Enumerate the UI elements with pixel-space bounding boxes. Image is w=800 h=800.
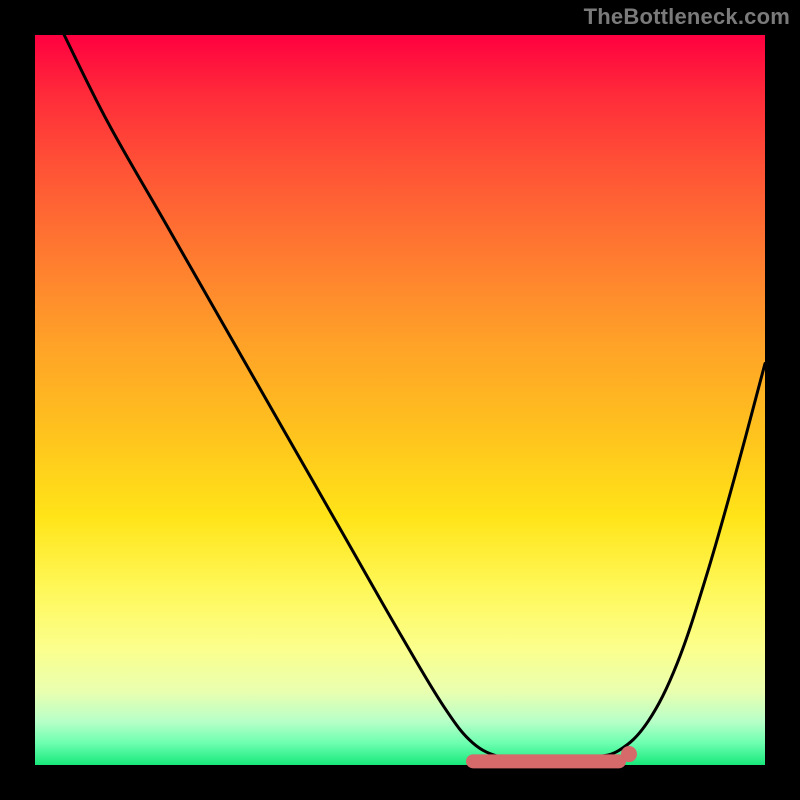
chart-svg	[35, 35, 765, 765]
chart-frame: TheBottleneck.com	[0, 0, 800, 800]
plot-area	[35, 35, 765, 765]
attribution-text: TheBottleneck.com	[584, 4, 790, 30]
optimal-marker	[621, 746, 637, 762]
curve-group	[64, 35, 765, 762]
bottleneck-curve	[64, 35, 765, 762]
